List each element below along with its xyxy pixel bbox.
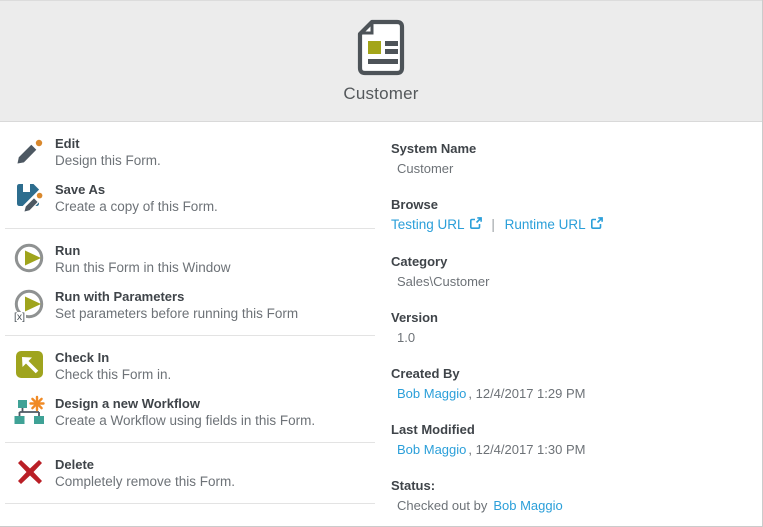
system-name-value: Customer — [391, 160, 752, 177]
version-value: 1.0 — [391, 329, 752, 346]
checked-out-user-link[interactable]: Bob Maggio — [493, 498, 562, 513]
external-link-icon — [590, 218, 603, 233]
actions-panel: Edit Design this Form. — [0, 122, 381, 526]
action-description: Set parameters before running this Form — [55, 305, 298, 322]
action-description: Create a Workflow using fields in this F… — [55, 412, 315, 429]
details-panel: System Name Customer Browse Testing URL … — [381, 122, 762, 526]
check-in-icon — [14, 349, 46, 381]
action-group-edit: Edit Design this Form. — [14, 122, 381, 228]
parameters-badge: [x] — [13, 312, 26, 323]
action-edit[interactable]: Edit Design this Form. — [14, 135, 381, 169]
action-description: Create a copy of this Form. — [55, 198, 218, 215]
testing-url-link[interactable]: Testing URL — [391, 217, 482, 232]
field-status: Status: Checked out by Bob Maggio — [391, 477, 752, 514]
save-as-icon — [14, 181, 46, 213]
action-group-manage: Check In Check this Form in. — [14, 336, 381, 442]
run-with-parameters-icon: [x] — [14, 288, 46, 320]
delete-x-icon — [14, 456, 46, 488]
action-run[interactable]: Run Run this Form in this Window — [14, 242, 381, 276]
field-last-modified: Last Modified Bob Maggio, 12/4/2017 1:30… — [391, 421, 752, 458]
created-by-user-link[interactable]: Bob Maggio — [397, 386, 466, 401]
action-delete[interactable]: Delete Completely remove this Form. — [14, 456, 381, 490]
field-label: Created By — [391, 365, 752, 382]
action-description: Run this Form in this Window — [55, 259, 231, 276]
form-details-page: Customer Edit Design this Form. — [0, 0, 763, 527]
field-label: Version — [391, 309, 752, 326]
edit-pencil-icon — [14, 135, 46, 167]
form-header: Customer — [0, 0, 762, 122]
field-system-name: System Name Customer — [391, 140, 752, 177]
category-value: Sales\Customer — [391, 273, 752, 290]
field-browse: Browse Testing URL | Runtime URL — [391, 196, 752, 234]
field-version: Version 1.0 — [391, 309, 752, 346]
action-title: Delete — [55, 456, 235, 473]
action-title: Edit — [55, 135, 161, 152]
action-run-with-parameters[interactable]: [x] Run with Parameters Set parameters b… — [14, 288, 381, 322]
action-title: Run — [55, 242, 231, 259]
page-title: Customer — [343, 84, 418, 104]
workflow-icon — [14, 395, 46, 427]
action-check-in[interactable]: Check In Check this Form in. — [14, 349, 381, 383]
link-separator: | — [491, 217, 495, 232]
action-title: Check In — [55, 349, 171, 366]
action-title: Design a new Workflow — [55, 395, 315, 412]
field-label: Last Modified — [391, 421, 752, 438]
run-icon — [14, 242, 46, 274]
modified-timestamp: , 12/4/2017 1:30 PM — [468, 442, 585, 457]
section-divider — [5, 503, 375, 504]
runtime-url-link[interactable]: Runtime URL — [505, 217, 603, 232]
action-design-workflow[interactable]: Design a new Workflow Create a Workflow … — [14, 395, 381, 429]
field-label: Category — [391, 253, 752, 270]
action-group-delete: Delete Completely remove this Form. — [14, 443, 381, 503]
action-description: Design this Form. — [55, 152, 161, 169]
status-text: Checked out by — [397, 498, 487, 513]
action-description: Completely remove this Form. — [55, 473, 235, 490]
action-group-run: Run Run this Form in this Window [x] Run… — [14, 229, 381, 335]
field-created-by: Created By Bob Maggio, 12/4/2017 1:29 PM — [391, 365, 752, 402]
field-label: System Name — [391, 140, 752, 157]
field-label: Browse — [391, 196, 752, 213]
action-title: Run with Parameters — [55, 288, 298, 305]
action-description: Check this Form in. — [55, 366, 171, 383]
field-label: Status: — [391, 477, 752, 494]
modified-by-user-link[interactable]: Bob Maggio — [397, 442, 466, 457]
main-content: Edit Design this Form. — [0, 122, 762, 526]
action-title: Save As — [55, 181, 218, 198]
external-link-icon — [469, 218, 482, 233]
form-document-icon — [356, 19, 406, 77]
action-save-as[interactable]: Save As Create a copy of this Form. — [14, 181, 381, 215]
field-category: Category Sales\Customer — [391, 253, 752, 290]
created-timestamp: , 12/4/2017 1:29 PM — [468, 386, 585, 401]
